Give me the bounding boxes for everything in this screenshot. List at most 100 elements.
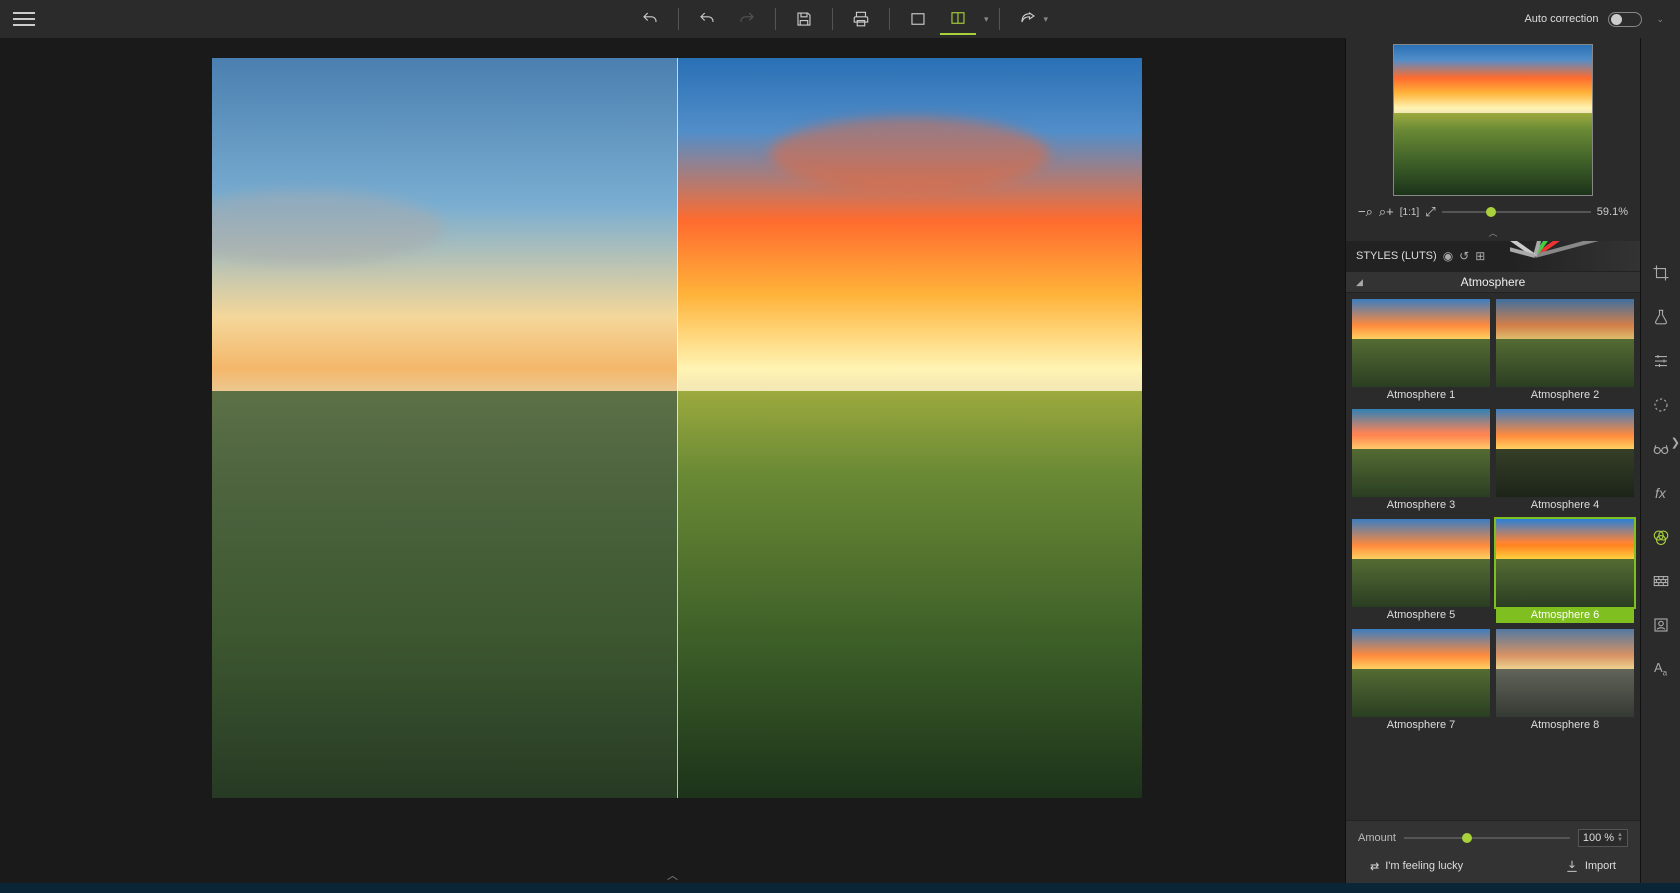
amount-value-text: 100 %: [1583, 832, 1614, 844]
reset-icon[interactable]: ↺: [1459, 249, 1469, 263]
collapse-preview-caret[interactable]: ︿: [1346, 226, 1640, 239]
preset-label: Atmosphere 2: [1496, 387, 1634, 403]
share-button[interactable]: [1010, 3, 1046, 35]
flask-tool[interactable]: [1646, 302, 1676, 332]
styles-tool[interactable]: [1646, 522, 1676, 552]
single-view-icon: [909, 10, 927, 28]
wall-tool[interactable]: [1646, 566, 1676, 596]
canvas-area: Before After ︿: [0, 38, 1345, 883]
preset-thumb[interactable]: Atmosphere 4: [1496, 409, 1634, 513]
preset-label: Atmosphere 3: [1352, 497, 1490, 513]
zoom-fit-button[interactable]: [1:1]: [1400, 207, 1419, 218]
view-dropdown-caret[interactable]: ▾: [984, 14, 989, 25]
redo-step-button[interactable]: [729, 3, 765, 35]
undo-button[interactable]: [632, 3, 668, 35]
import-label: Import: [1585, 860, 1616, 872]
zoom-in-button[interactable]: ⌕+: [1379, 204, 1394, 220]
person-tool[interactable]: [1646, 610, 1676, 640]
person-icon: [1652, 616, 1670, 634]
import-icon: [1565, 859, 1579, 873]
feeling-lucky-button[interactable]: ⇄ I'm feeling lucky: [1370, 859, 1463, 873]
separator: [678, 8, 679, 30]
auto-correction-label: Auto correction: [1524, 13, 1598, 25]
spinner-icon[interactable]: ▲▼: [1617, 833, 1623, 843]
shuffle-icon: ⇄: [1370, 860, 1379, 873]
glasses-icon: [1652, 440, 1670, 458]
share-icon: [1019, 10, 1037, 28]
preset-label: Atmosphere 8: [1496, 717, 1634, 733]
selection-tool[interactable]: [1646, 390, 1676, 420]
auto-correction-toggle[interactable]: [1608, 12, 1642, 27]
bottom-bar: [0, 883, 1680, 893]
amount-value-input[interactable]: 100 % ▲▼: [1578, 829, 1628, 847]
preset-thumb[interactable]: Atmosphere 3: [1352, 409, 1490, 513]
undo-step-button[interactable]: [689, 3, 725, 35]
undo-arrow-icon: [698, 10, 716, 28]
print-button[interactable]: [843, 3, 879, 35]
preset-thumb[interactable]: Atmosphere 8: [1496, 629, 1634, 733]
brick-icon: [1652, 572, 1670, 590]
image-canvas[interactable]: Before After: [212, 58, 1142, 798]
view-split-button[interactable]: [940, 3, 976, 35]
split-view-icon: [949, 9, 967, 27]
fx-tool[interactable]: fx: [1646, 478, 1676, 508]
before-half: [212, 58, 677, 798]
grid-icon[interactable]: ⊞: [1475, 249, 1485, 263]
print-icon: [852, 10, 870, 28]
separator: [999, 8, 1000, 30]
share-dropdown-caret[interactable]: ▾: [1044, 14, 1049, 25]
eye-icon[interactable]: ◉: [1443, 249, 1453, 263]
crop-icon: [1652, 264, 1670, 282]
preset-thumb[interactable]: Atmosphere 6: [1496, 519, 1634, 623]
expand-tools-arrow[interactable]: ❯: [1671, 436, 1680, 449]
zoom-expand-button[interactable]: ⤢: [1425, 204, 1435, 220]
pencils-decor: [1510, 241, 1640, 271]
sliders-icon: [1652, 352, 1670, 370]
preset-thumb[interactable]: Atmosphere 2: [1496, 299, 1634, 403]
import-button[interactable]: Import: [1565, 859, 1616, 873]
zoom-out-button[interactable]: −⌕: [1358, 204, 1373, 220]
preset-category-header[interactable]: ◢ Atmosphere: [1346, 271, 1640, 293]
amount-control-row: Amount 100 % ▲▼: [1346, 820, 1640, 851]
separator: [775, 8, 776, 30]
feeling-lucky-label: I'm feeling lucky: [1385, 860, 1463, 872]
preset-label: Atmosphere 6: [1496, 607, 1634, 623]
selection-icon: [1652, 396, 1670, 414]
amount-label: Amount: [1358, 832, 1396, 844]
preset-thumb[interactable]: Atmosphere 1: [1352, 299, 1490, 403]
zoom-value: 59.1%: [1597, 206, 1628, 218]
compare-split-handle[interactable]: [677, 58, 678, 798]
view-single-button[interactable]: [900, 3, 936, 35]
hamburger-menu-button[interactable]: [6, 3, 42, 35]
sliders-tool[interactable]: [1646, 346, 1676, 376]
preset-thumb[interactable]: Atmosphere 7: [1352, 629, 1490, 733]
hamburger-icon: [13, 12, 35, 26]
undo-icon: [641, 10, 659, 28]
tools-sidebar: fx ❯ Aa: [1640, 38, 1680, 883]
save-button[interactable]: [786, 3, 822, 35]
preset-label: Atmosphere 4: [1496, 497, 1634, 513]
collapse-arrow-icon: ◢: [1356, 277, 1363, 288]
styles-panel-header[interactable]: STYLES (LUTS) ◉ ↺ ⊞: [1346, 241, 1640, 271]
preset-label: Atmosphere 1: [1352, 387, 1490, 403]
navigator-preview[interactable]: [1393, 44, 1593, 196]
auto-correction-dropdown-caret[interactable]: ⌄: [1656, 14, 1664, 25]
save-icon: [795, 10, 813, 28]
collapse-bottom-caret[interactable]: ︿: [667, 867, 678, 883]
separator: [889, 8, 890, 30]
venn-icon: [1652, 528, 1670, 546]
amount-slider[interactable]: [1404, 837, 1570, 839]
separator: [832, 8, 833, 30]
text-tool[interactable]: Aa: [1646, 654, 1676, 684]
category-title: Atmosphere: [1461, 275, 1526, 289]
preset-label: Atmosphere 7: [1352, 717, 1490, 733]
styles-footer: ⇄ I'm feeling lucky Import: [1346, 851, 1640, 883]
zoom-slider[interactable]: [1442, 211, 1591, 213]
styles-title: STYLES (LUTS): [1356, 250, 1437, 262]
preset-thumbnails: Atmosphere 1 Atmosphere 2 Atmosphere 3 Atmo…: [1346, 293, 1640, 820]
crop-tool[interactable]: [1646, 258, 1676, 288]
preset-thumb[interactable]: Atmosphere 5: [1352, 519, 1490, 623]
flask-icon: [1652, 308, 1670, 326]
text-icon: Aa: [1654, 660, 1667, 678]
fx-icon: fx: [1655, 485, 1666, 501]
